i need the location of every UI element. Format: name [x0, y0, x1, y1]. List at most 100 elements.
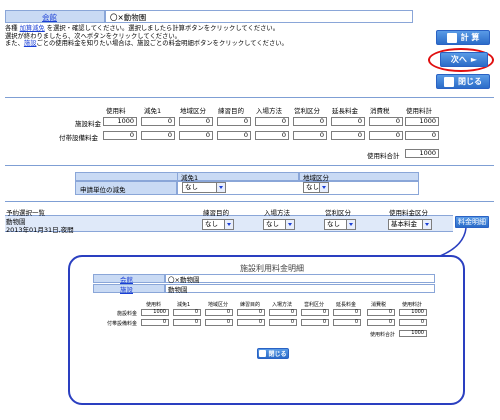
instr-line2: 選択が終わりましたら、次へボタンをクリックしてください。 — [5, 32, 181, 40]
discount1-select[interactable]: なし — [182, 182, 226, 193]
popup-fee-cell: 0 — [301, 309, 329, 316]
fee-col-header: 地域区分 — [180, 107, 206, 115]
fee-cell: 0 — [141, 117, 175, 126]
popup-close-label: 閉じる — [268, 351, 287, 358]
popup-room-value-cell — [165, 284, 435, 293]
popup-col-header: 入場方法 — [272, 302, 293, 308]
region-select[interactable]: なし — [303, 182, 329, 193]
fee-cell: 0 — [217, 117, 251, 126]
arrow-right-icon: ► — [470, 55, 478, 64]
region-select-value: なし — [306, 183, 319, 191]
chevron-down-icon — [346, 220, 355, 229]
popup-room-link[interactable]: 施設 — [120, 284, 133, 294]
fee-cell: 0 — [369, 131, 403, 140]
fee-col-header: 営利区分 — [294, 107, 320, 115]
popup-fee-cell: 0 — [333, 309, 361, 316]
next-button-label: 次へ — [450, 55, 467, 64]
facility-name: 〇×動物園 — [110, 13, 147, 22]
entry-select-value: なし — [266, 220, 279, 228]
fee-cell: 0 — [217, 131, 251, 140]
entry-select[interactable]: なし — [263, 219, 295, 230]
fee-col-header: 入場方法 — [256, 107, 282, 115]
discount1-select-value: なし — [185, 183, 198, 191]
popup-col-header: 消費税 — [371, 302, 387, 308]
fee-row-label: 施設料金 — [75, 120, 101, 128]
popup-fee-cell: 0 — [269, 319, 297, 326]
fee-col-header: 減免1 — [144, 107, 162, 115]
fee-detail-button-label: 料金明細 — [458, 218, 486, 226]
discount-header-spacer — [75, 172, 177, 181]
chevron-down-icon — [422, 220, 431, 229]
popup-col-header: 使用料 — [146, 302, 162, 308]
popup-room-name: 動物園 — [168, 286, 188, 294]
popup-col-header: 営利区分 — [304, 302, 325, 308]
popup-col-header: 延長料金 — [336, 302, 357, 308]
facility-name-cell — [105, 10, 413, 23]
fee-cell: 0 — [255, 131, 289, 140]
profit-select[interactable]: なし — [324, 219, 356, 230]
calc-button[interactable]: 計 算 — [436, 30, 490, 45]
fee-col-header: 延長料金 — [332, 107, 358, 115]
fee-cell: 0 — [405, 131, 439, 140]
popup-col-header: 使用料計 — [402, 302, 423, 308]
practice-select[interactable]: なし — [202, 219, 234, 230]
rate-select[interactable]: 基本料金 — [388, 219, 432, 230]
popup-fee-cell: 0 — [173, 319, 201, 326]
popup-facility-link[interactable]: 会館 — [120, 274, 133, 284]
practice-select-value: なし — [205, 220, 218, 228]
chevron-down-icon — [216, 183, 225, 192]
facility-link[interactable]: 会館 — [42, 12, 57, 23]
facility-link-inline[interactable]: 施設 — [24, 40, 37, 47]
instr-text: 各種 — [5, 25, 20, 32]
fee-cell: 1000 — [103, 117, 137, 126]
popup-title: 施設利用料金明細 — [240, 264, 304, 273]
chevron-down-icon — [224, 220, 233, 229]
popup-fee-cell: 1000 — [141, 309, 169, 316]
popup-fee-cell: 0 — [301, 319, 329, 326]
close-button-label: 閉じる — [458, 77, 482, 86]
fee-detail-button[interactable]: 料金明細 — [455, 216, 489, 228]
fee-cell: 0 — [369, 117, 403, 126]
chevron-down-icon — [319, 183, 328, 192]
close-icon — [259, 350, 267, 357]
popup-fee-cell: 0 — [269, 309, 297, 316]
popup-close-button[interactable]: 閉じる — [257, 348, 289, 359]
fee-total-value: 1000 — [405, 149, 439, 158]
popup-fee-cell: 0 — [367, 319, 395, 326]
popup-total-label: 使用料合計 — [370, 332, 396, 338]
instr-text: また、 — [5, 40, 24, 47]
fee-cell: 0 — [179, 117, 213, 126]
popup-fee-cell: 0 — [237, 319, 265, 326]
calc-button-label: 計 算 — [460, 33, 480, 42]
fee-cell: 0 — [141, 131, 175, 140]
popup-row-label: 施設料金 — [117, 311, 138, 317]
divider — [5, 165, 494, 166]
close-button[interactable]: 閉じる — [436, 74, 490, 89]
popup-fee-cell: 0 — [205, 309, 233, 316]
popup-col-header: 練習目的 — [240, 302, 261, 308]
popup-facility-value-cell — [165, 274, 435, 283]
divider — [5, 97, 494, 98]
fee-col-header: 使用料 — [106, 107, 126, 115]
fee-cell: 0 — [331, 117, 365, 126]
popup-fee-cell: 0 — [173, 309, 201, 316]
instr-text: を選択・確認してください。選択しましたら計算ボタンをクリックしてください。 — [44, 25, 280, 32]
popup-fee-cell: 0 — [399, 319, 427, 326]
rate-select-value: 基本料金 — [391, 220, 417, 228]
profit-select-value: なし — [327, 220, 340, 228]
popup-fee-cell: 0 — [141, 319, 169, 326]
instructions: 各種 加算減免 を選択・確認してください。選択しましたら計算ボタンをクリックして… — [5, 25, 288, 48]
popup-fee-cell: 0 — [367, 309, 395, 316]
addition-discount-link[interactable]: 加算減免 — [20, 25, 45, 32]
fee-cell: 0 — [179, 131, 213, 140]
next-button[interactable]: 次へ ► — [440, 52, 488, 67]
fee-col-header: 使用料計 — [406, 107, 432, 115]
fee-cell: 0 — [293, 131, 327, 140]
fee-cell: 0 — [255, 117, 289, 126]
fee-cell: 0 — [331, 131, 365, 140]
popup-facility-name: 〇×動物園 — [168, 276, 200, 284]
divider — [5, 201, 494, 202]
calculator-icon — [446, 32, 457, 43]
fee-cell: 1000 — [405, 117, 439, 126]
popup-fee-cell: 0 — [205, 319, 233, 326]
